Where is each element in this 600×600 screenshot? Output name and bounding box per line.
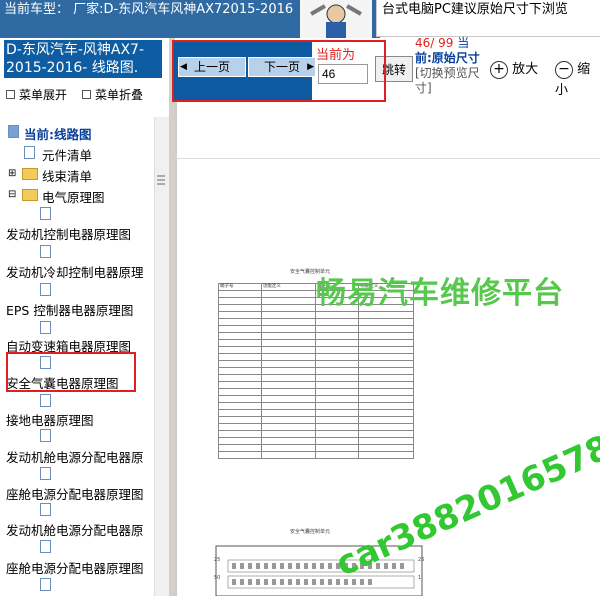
menu-collapse-button[interactable]: 菜单折叠 <box>82 86 143 103</box>
sidebar-scroll-thumb[interactable] <box>156 170 166 190</box>
tree-item-label: 电气原理图 <box>42 190 105 205</box>
zoom-out-icon: − <box>555 60 573 79</box>
tree-item[interactable]: ⊟ 电气原理图 <box>8 187 105 206</box>
tree-item[interactable]: 座舱电源分配电器原理图 <box>6 558 144 577</box>
doc-title-2: 安全气囊控制单元 <box>290 529 331 535</box>
page-separator <box>175 158 600 159</box>
tree-root[interactable]: 当前:线路图 <box>8 124 92 143</box>
expand-plus-icon: ⊞ <box>8 168 17 179</box>
document-icon <box>40 283 51 296</box>
folder-icon <box>22 168 38 180</box>
watermark-platform: 畅易汽车维修平台 <box>316 276 564 311</box>
zoom-in-icon: + <box>490 60 508 79</box>
page-count: 46/ 99 <box>415 36 454 50</box>
tree-item[interactable]: 发动机冷却控制电器原理 <box>6 262 144 281</box>
tree-item[interactable]: 座舱电源分配电器原理图 <box>6 484 144 503</box>
selected-highlight-box <box>6 352 136 392</box>
size-toggle-link[interactable]: [切换预览尺寸] <box>415 66 480 95</box>
collapse-minus-icon: ⊟ <box>8 189 17 200</box>
menu-expand-label: 菜单展开 <box>19 88 68 102</box>
viewer-border <box>175 102 177 596</box>
tree-item[interactable]: 元件清单 <box>14 145 92 164</box>
tree-item-label: 线束清单 <box>42 169 93 184</box>
tree-item[interactable]: 接地电器原理图 <box>6 410 94 429</box>
zoom-in-label: 放大 <box>512 62 539 77</box>
mechanic-logo <box>300 0 372 40</box>
square-icon <box>82 90 91 99</box>
folder-icon <box>22 189 38 201</box>
document-icon <box>40 540 51 553</box>
document-icon <box>40 578 51 591</box>
connector-pin-label: 1 <box>418 575 422 581</box>
pin-col-header: 端子号 <box>218 283 262 291</box>
document-icon <box>40 429 51 442</box>
document-icon <box>40 394 51 407</box>
tree-item-label: 元件清单 <box>42 148 93 163</box>
connector-pin-label: 25 <box>214 557 221 563</box>
tree-item[interactable]: 发动机舱电源分配电器原 <box>6 520 144 539</box>
tree-view: 当前:线路图 元件清单 ⊞ 线束清单 ⊟ 电气原理图 发动机控制电器原理图 发动… <box>0 118 156 596</box>
tree-item[interactable]: ⊞ 线束清单 <box>8 166 92 185</box>
page-count-suffix: 当 <box>457 36 470 50</box>
model-title: D-东风汽车-风神AX7-2015-2016- 线路图. <box>4 40 162 78</box>
document-icon <box>40 321 51 334</box>
document-icon <box>24 146 35 159</box>
connector-pin-label: 26 <box>418 557 425 563</box>
size-mode[interactable]: 前:原始尺寸 <box>415 51 480 65</box>
zoom-in-button[interactable]: + 放大 <box>490 58 538 79</box>
nav-highlight-box <box>172 40 386 102</box>
connector-pin-label: 50 <box>214 575 221 581</box>
menu-expand-button[interactable]: 菜单展开 <box>6 86 67 103</box>
tree-item[interactable]: 发动机舱电源分配电器原 <box>6 447 144 466</box>
menu-collapse-label: 菜单折叠 <box>95 88 144 102</box>
document-icon <box>40 245 51 258</box>
document-icon <box>40 207 51 220</box>
tree-item[interactable]: 发动机控制电器原理图 <box>6 224 131 243</box>
document-icon <box>40 503 51 516</box>
tree-item[interactable]: EPS 控制器电器原理图 <box>6 300 133 319</box>
square-icon <box>6 90 15 99</box>
globe-icon <box>8 125 19 138</box>
tree-root-label: 当前:线路图 <box>24 127 92 142</box>
page-count-info: 46/ 99 当 前:原始尺寸 [切换预览尺寸] <box>415 36 495 96</box>
browse-notice: 台式电脑PC建议原始尺寸下浏览 <box>382 2 568 17</box>
zoom-out-button[interactable]: − 缩小 <box>555 58 600 98</box>
car-model-label: 当前车型： 厂家:D-东风汽车风神AX72015-2016 <box>4 2 294 17</box>
pin-col-header: 功能定义 <box>260 283 317 291</box>
document-icon <box>40 467 51 480</box>
